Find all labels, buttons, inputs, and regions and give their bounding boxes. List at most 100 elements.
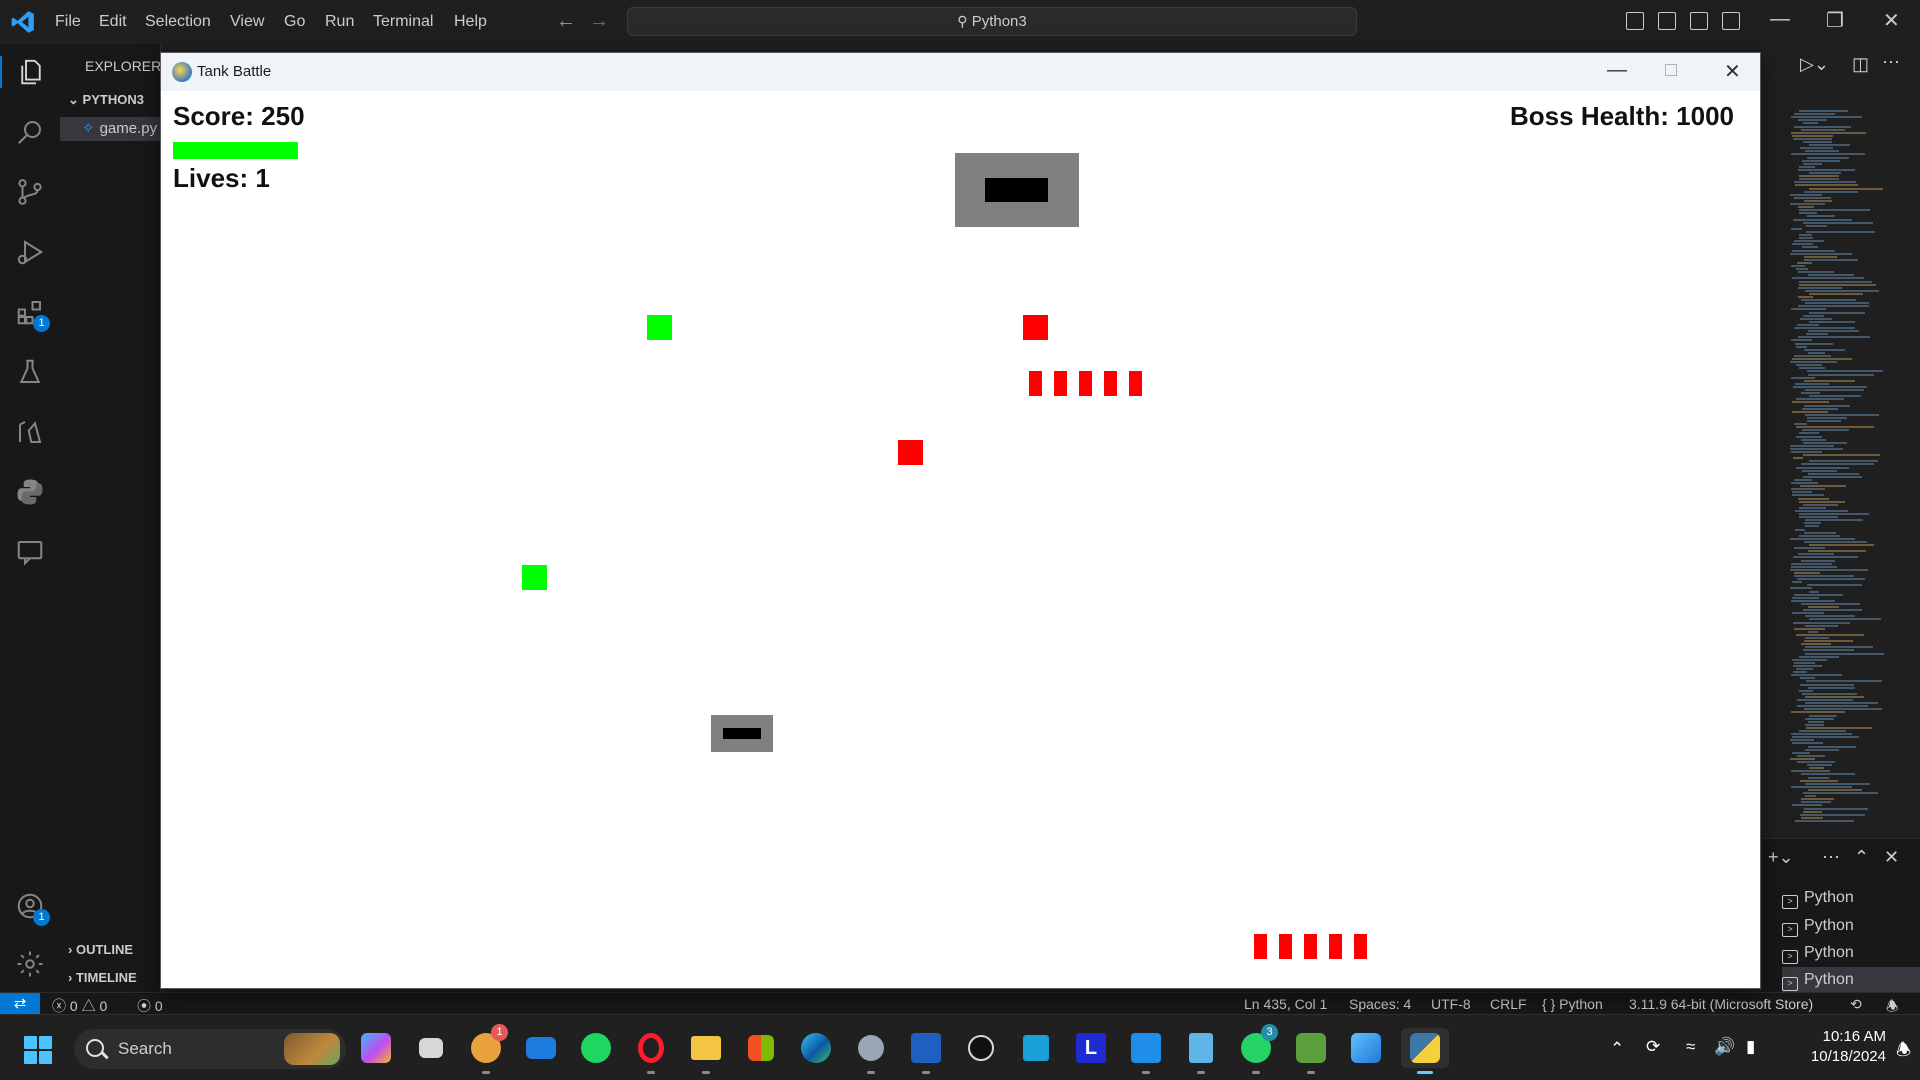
microsoft-store-icon[interactable] — [741, 1028, 781, 1068]
terminal-label: Python — [1804, 971, 1854, 988]
terminal-tab-active[interactable]: > Python — [1782, 967, 1920, 993]
indentation[interactable]: Spaces: 4 — [1349, 996, 1411, 1012]
minimap-line — [1805, 413, 1879, 416]
notification-app-icon[interactable]: 1 — [466, 1024, 508, 1074]
menu-edit[interactable]: Edit — [99, 13, 127, 31]
terminal-tab[interactable]: > Python — [1782, 885, 1920, 911]
run-python-file-icon[interactable]: ▷⌄ — [1800, 54, 1829, 75]
forward-arrow-icon[interactable]: → — [589, 10, 609, 33]
close-icon[interactable]: ✕ — [1883, 8, 1900, 33]
mail-icon[interactable] — [521, 1028, 561, 1068]
split-editor-icon[interactable]: ◫ — [1852, 54, 1869, 75]
game-canvas[interactable]: Score: 250 Boss Health: 1000 Lives: 1 — [161, 91, 1760, 988]
file-explorer-icon[interactable] — [686, 1028, 726, 1074]
back-arrow-icon[interactable]: ← — [556, 10, 576, 33]
minimap-line — [1798, 296, 1813, 298]
minimize-icon[interactable]: — — [1770, 8, 1790, 31]
system-clock[interactable]: 10:16 AM 10/18/2024 — [1786, 1027, 1886, 1067]
accounts-icon[interactable]: 1 — [14, 890, 50, 926]
toggle-panel-icon[interactable] — [1658, 12, 1676, 30]
python-interpreter[interactable]: 3.11.9 64-bit (Microsoft Store) — [1629, 996, 1813, 1012]
remote-indicator-icon[interactable]: ⇄ — [0, 993, 40, 1015]
minimap-line — [1797, 699, 1853, 701]
python-icon[interactable] — [14, 476, 46, 508]
l-app-icon[interactable]: L — [1071, 1028, 1111, 1068]
minimap[interactable] — [1786, 110, 1906, 830]
testing-icon[interactable] — [14, 356, 46, 388]
command-center-search[interactable]: ⚲ Python3 — [627, 7, 1357, 36]
menu-view[interactable]: View — [230, 13, 264, 31]
whatsapp-icon[interactable]: 3 — [1236, 1024, 1278, 1074]
minimap-line — [1799, 655, 1839, 658]
line-ending[interactable]: CRLF — [1490, 996, 1527, 1012]
settings-icon[interactable] — [851, 1028, 891, 1074]
show-hidden-icons-icon[interactable]: ⌃ — [1610, 1039, 1624, 1059]
volume-icon[interactable]: 🔊 — [1714, 1037, 1735, 1057]
notification-center-icon[interactable]: 🕭 — [1896, 1037, 1911, 1066]
customize-layout-icon[interactable] — [1722, 12, 1740, 30]
game-window-titlebar[interactable]: Tank Battle — □ ✕ — [161, 53, 1760, 91]
encoding[interactable]: UTF-8 — [1431, 996, 1471, 1012]
spotify-icon[interactable] — [576, 1028, 616, 1068]
battery-icon[interactable]: ▮ — [1746, 1037, 1755, 1057]
run-debug-icon[interactable] — [14, 236, 46, 268]
vscode-icon[interactable] — [1126, 1028, 1166, 1074]
remote-explorer-icon[interactable] — [14, 416, 46, 448]
edge-icon[interactable] — [796, 1028, 836, 1068]
restore-icon[interactable]: ❐ — [1826, 8, 1844, 33]
minimap-line — [1790, 739, 1814, 742]
clock-date: 10/18/2024 — [1810, 1048, 1886, 1065]
vpn-icon[interactable] — [1291, 1028, 1331, 1074]
error-count: 0 — [69, 998, 78, 1014]
menu-go[interactable]: Go — [284, 13, 305, 31]
cursor-position[interactable]: Ln 435, Col 1 — [1244, 996, 1327, 1012]
close-panel-icon[interactable]: ✕ — [1884, 847, 1899, 868]
start-windows-icon[interactable] — [24, 1036, 52, 1064]
new-terminal-icon[interactable]: +⌄ — [1768, 847, 1794, 868]
menu-help[interactable]: Help — [454, 13, 487, 31]
minimap-line — [1799, 516, 1838, 519]
sync-status-icon[interactable]: ⟳ — [1646, 1037, 1660, 1057]
ports-indicator[interactable]: ⦿ 0 — [137, 996, 163, 1016]
settings-gear-icon[interactable] — [14, 948, 46, 980]
file-game-py[interactable]: ✧ game.py — [60, 117, 161, 141]
menu-selection[interactable]: Selection — [145, 13, 211, 31]
chat-icon[interactable] — [14, 536, 46, 568]
game-window[interactable]: Tank Battle — □ ✕ Score: 250 Boss Health… — [160, 52, 1761, 989]
toggle-primary-sidebar-icon[interactable] — [1626, 12, 1644, 30]
terminal-tab[interactable]: > Python — [1782, 913, 1920, 939]
menu-terminal[interactable]: Terminal — [373, 13, 433, 31]
terminal-tab[interactable]: > Python — [1782, 940, 1920, 966]
outline-section[interactable]: › OUTLINE — [68, 942, 133, 957]
menu-file[interactable]: File — [55, 13, 81, 31]
python-icon[interactable] — [1401, 1028, 1449, 1074]
wifi-icon[interactable]: ≈ — [1686, 1037, 1695, 1057]
search-icon[interactable] — [14, 116, 46, 148]
timeline-section[interactable]: › TIMELINE — [68, 970, 137, 985]
opera-icon[interactable] — [631, 1028, 671, 1074]
menu-run[interactable]: Run — [325, 13, 354, 31]
minimize-icon[interactable]: — — [1607, 59, 1627, 82]
more-actions-icon[interactable]: ⋯ — [1882, 52, 1900, 73]
word-icon[interactable] — [906, 1028, 946, 1074]
extensions-icon[interactable]: 1 — [14, 296, 50, 332]
minimap-line — [1798, 271, 1834, 274]
problems-indicator[interactable]: ⓧ 0 △ 0 — [52, 996, 107, 1016]
toggle-secondary-sidebar-icon[interactable] — [1690, 12, 1708, 30]
obs-icon[interactable] — [961, 1028, 1001, 1068]
sync-icon[interactable]: ⟲ — [1850, 996, 1862, 1013]
close-icon[interactable]: ✕ — [1724, 59, 1741, 84]
more-actions-icon[interactable]: ⋯ — [1822, 847, 1840, 868]
minimap-line — [1794, 547, 1825, 550]
notepad-icon[interactable] — [1181, 1028, 1221, 1074]
source-control-icon[interactable] — [14, 176, 46, 208]
task-view-icon[interactable] — [411, 1028, 451, 1068]
photos-icon[interactable] — [1346, 1028, 1386, 1068]
copilot-icon[interactable] — [356, 1028, 396, 1068]
remote-app-icon[interactable] — [1016, 1028, 1056, 1068]
language-mode[interactable]: { } Python — [1542, 996, 1603, 1012]
maximize-panel-icon[interactable]: ⌃ — [1854, 847, 1869, 868]
minimap-line — [1809, 292, 1863, 295]
folder-python3[interactable]: ⌄ PYTHON3 — [68, 92, 144, 108]
explorer-icon[interactable] — [0, 56, 60, 88]
